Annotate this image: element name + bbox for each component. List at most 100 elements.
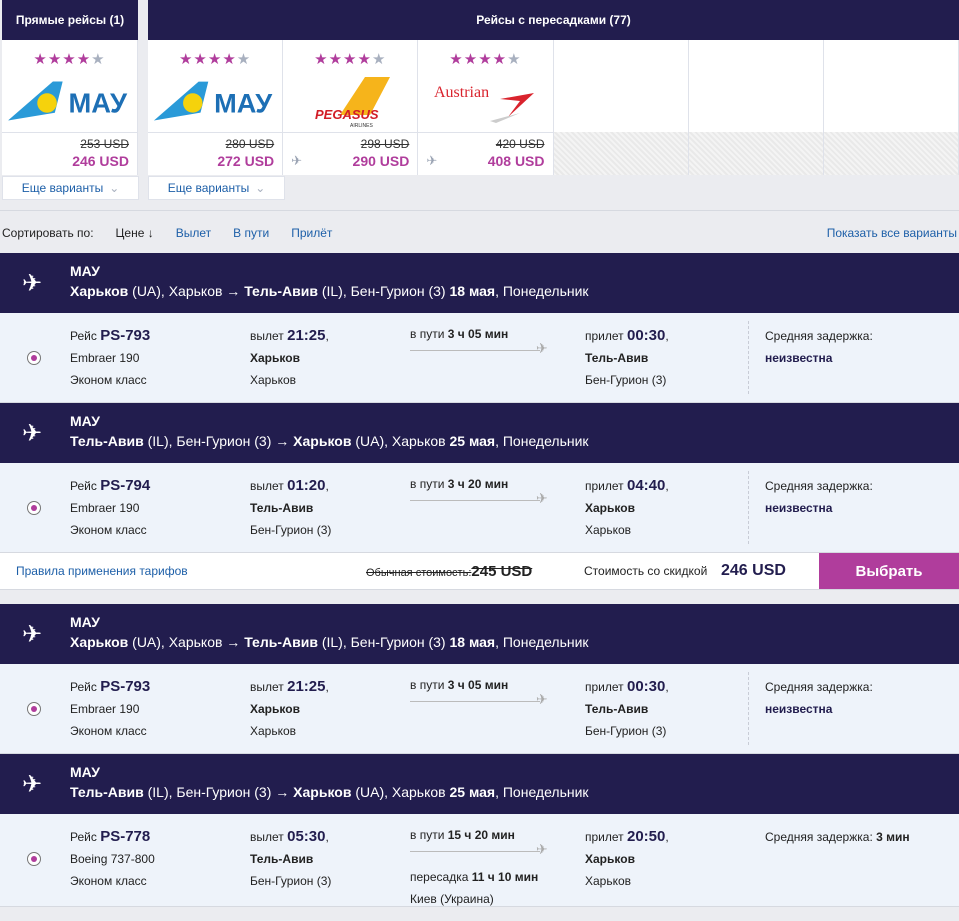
- date: 25 мая: [449, 433, 496, 449]
- aircraft: Embraer 190: [70, 351, 140, 365]
- average-delay: Средняя задержка: неизвестна: [765, 475, 873, 519]
- plane-icon: ✈: [536, 340, 548, 356]
- duration-value: 3 ч 05 мин: [447, 678, 509, 692]
- airline-logo: PEGASUS AIRLINES: [287, 74, 413, 130]
- destination: Тель-Авив: [244, 634, 318, 650]
- departure-time: 05:30: [287, 828, 326, 845]
- destination-detail: (UA), Харьков: [351, 433, 450, 449]
- duration: в пути 3 ч 05 мин: [410, 327, 508, 341]
- segment-radio[interactable]: [27, 852, 41, 866]
- empty-card: [553, 40, 689, 175]
- star-icon: ★: [357, 51, 372, 68]
- star-icon: ★: [33, 51, 48, 68]
- star-icon: ★: [76, 51, 92, 68]
- route: Тель-Авив (IL), Бен-Гурион (3) → Харьков…: [70, 433, 959, 449]
- destination-detail: (UA), Харьков: [351, 784, 450, 800]
- transfer-plane-icon: ✈: [291, 153, 303, 168]
- airline-logo: МАУ: [152, 74, 278, 130]
- segment-radio[interactable]: [27, 351, 41, 365]
- sort-departure[interactable]: Вылет: [176, 226, 211, 240]
- star-icon: ★: [449, 51, 464, 68]
- departure-airport: Харьков: [250, 373, 297, 387]
- weekday: , Понедельник: [495, 784, 589, 800]
- flight-number: PS-778: [100, 828, 151, 845]
- duration-value: 3 ч 20 мин: [447, 477, 509, 491]
- divider: [748, 672, 749, 745]
- segment-header: ✈ МАУ Тель-Авив (IL), Бен-Гурион (3) → Хар…: [0, 754, 959, 814]
- sort-price[interactable]: Цене ↓: [116, 226, 154, 240]
- origin: Харьков: [70, 634, 129, 650]
- svg-text:AIRLINES: AIRLINES: [350, 123, 373, 129]
- departure-city: Тель-Авив: [250, 501, 314, 515]
- segment-header: ✈ МАУ Харьков (UA), Харьков → Тель-Авив (I…: [0, 604, 959, 664]
- weekday: , Понедельник: [495, 433, 589, 449]
- delay-value: неизвестна: [765, 351, 833, 365]
- flight-number: PS-793: [100, 327, 151, 344]
- airline-name: МАУ: [70, 614, 100, 630]
- usual-price: Обычная стоимость:245 USD: [366, 563, 532, 580]
- plane-icon: ✈: [22, 420, 43, 447]
- sort-arrival[interactable]: Прилёт: [291, 226, 332, 240]
- airline-name: МАУ: [70, 413, 100, 429]
- star-icon: ★: [507, 51, 522, 68]
- svg-text:Austrian: Austrian: [434, 84, 489, 101]
- departure-city: Харьков: [250, 702, 300, 716]
- tab-direct-flights[interactable]: Прямые рейсы (1): [2, 0, 138, 40]
- airline-card[interactable]: ★★★★★ МАУ 253 USD 246 USD: [2, 40, 138, 175]
- origin-detail: (IL), Бен-Гурион (3) →: [143, 784, 294, 800]
- transfer-city: Киев (Украина): [410, 892, 494, 906]
- segment-radio[interactable]: [27, 702, 41, 716]
- more-options-transfer[interactable]: Еще варианты ⌄: [148, 176, 285, 200]
- date: 18 мая: [449, 634, 496, 650]
- segment-radio[interactable]: [27, 501, 41, 515]
- plane-icon: ✈: [22, 270, 43, 297]
- route-line: [410, 500, 540, 501]
- sort-duration[interactable]: В пути: [233, 226, 269, 240]
- departure-time: 01:20: [287, 477, 326, 494]
- route: Харьков (UA), Харьков → Тель-Авив (IL), …: [70, 283, 959, 299]
- show-all-link[interactable]: Показать все варианты: [827, 226, 957, 240]
- old-price: 298 USD: [360, 137, 410, 151]
- segment-header: ✈ МАУ Тель-Авив (IL), Бен-Гурион (3) → Хар…: [0, 403, 959, 463]
- cabin-class: Эконом класс: [70, 373, 147, 387]
- airline-card[interactable]: ★★★★★ PEGASUS AIRLINES ✈ 298 USD 290 USD: [283, 40, 419, 175]
- fare-rules-link[interactable]: Правила применения тарифов: [16, 564, 188, 578]
- segment-details: Рейс PS-793 Embraer 190 Эконом класс вылет …: [0, 664, 959, 754]
- route: Тель-Авив (IL), Бен-Гурион (3) → Харьков…: [70, 784, 959, 800]
- origin: Харьков: [70, 283, 129, 299]
- rating-stars: ★★★★★: [148, 50, 282, 68]
- star-icon: ★: [236, 51, 252, 68]
- airline-logo: МАУ: [6, 74, 133, 130]
- departure-label: вылет: [250, 329, 288, 343]
- select-button[interactable]: Выбрать: [819, 553, 959, 589]
- duration-value: 15 ч 20 мин: [447, 828, 515, 842]
- plane-icon: ✈: [536, 490, 548, 506]
- departure-time: 21:25: [287, 327, 326, 344]
- destination: Харьков: [293, 784, 352, 800]
- price: 272 USD: [217, 153, 275, 169]
- tab-transfer-flights[interactable]: Рейсы с пересадками (77): [148, 0, 959, 40]
- plane-icon: ✈: [536, 841, 548, 857]
- price-box: 253 USD 246 USD: [2, 132, 137, 175]
- old-price: 420 USD: [495, 137, 545, 151]
- destination-detail: (IL), Бен-Гурион (3): [317, 634, 450, 650]
- price-box: 280 USD 272 USD: [148, 132, 283, 175]
- star-icon: ★: [193, 51, 208, 68]
- airline-card[interactable]: ★★★★★ Austrian ✈ 420 USD 408 USD: [418, 40, 554, 175]
- star-icon: ★: [492, 51, 508, 68]
- delay-value: неизвестна: [765, 702, 833, 716]
- duration-value: 3 ч 05 мин: [447, 327, 509, 341]
- origin: Тель-Авив: [70, 433, 144, 449]
- average-delay: Средняя задержка: неизвестна: [765, 676, 873, 720]
- airline-card[interactable]: ★★★★★ МАУ 280 USD 272 USD: [148, 40, 284, 175]
- cabin-class: Эконом класс: [70, 724, 147, 738]
- usual-price-value: 245 USD: [471, 562, 533, 580]
- segment-details: Рейс PS-793 Embraer 190 Эконом класс вылет …: [0, 313, 959, 403]
- arrival-label: прилет: [585, 830, 627, 844]
- origin-detail: (IL), Бен-Гурион (3) →: [143, 433, 294, 449]
- departure-airport: Бен-Гурион (3): [250, 874, 332, 888]
- date: 25 мая: [449, 784, 496, 800]
- more-options-direct[interactable]: Еще варианты ⌄: [2, 176, 139, 200]
- offer-footer: Правила применения тарифов Обычная стоимо…: [0, 553, 959, 590]
- arrival-time: 00:30: [626, 327, 666, 344]
